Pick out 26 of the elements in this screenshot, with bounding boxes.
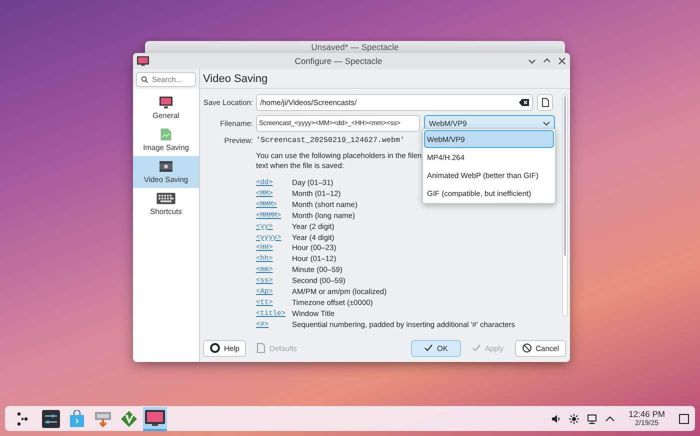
search-icon	[141, 76, 148, 83]
close-icon[interactable]	[558, 57, 566, 65]
window-title: Configure — Spectacle	[294, 56, 384, 66]
clock-time[interactable]: 12:46 PM	[628, 410, 665, 418]
browse-button[interactable]	[537, 94, 553, 111]
shopping-bag-icon[interactable]	[69, 410, 85, 428]
caret-icon	[543, 121, 550, 126]
app-icon	[137, 56, 149, 66]
minimize-icon[interactable]	[528, 57, 536, 65]
caret-up-icon[interactable]	[604, 415, 615, 422]
taskbar-app[interactable]	[143, 406, 167, 430]
page-title: Video Saving	[202, 72, 269, 86]
cancel-icon	[522, 343, 532, 353]
document-icon	[257, 343, 266, 353]
volume-icon[interactable]	[550, 414, 561, 424]
document-icon	[542, 98, 548, 107]
screenshot-icon[interactable]	[145, 410, 165, 426]
clear-icon[interactable]	[519, 99, 529, 106]
show-desktop-icon[interactable]	[679, 414, 689, 424]
maximize-icon[interactable]	[543, 57, 551, 65]
keyboard-icon	[155, 192, 177, 205]
brightness-icon[interactable]	[568, 414, 579, 424]
checkmark-icon	[472, 344, 481, 352]
window-title: Unsaved* — Spectacle	[311, 42, 399, 52]
scrollbar[interactable]	[562, 94, 568, 317]
checkmark-icon	[424, 344, 434, 352]
